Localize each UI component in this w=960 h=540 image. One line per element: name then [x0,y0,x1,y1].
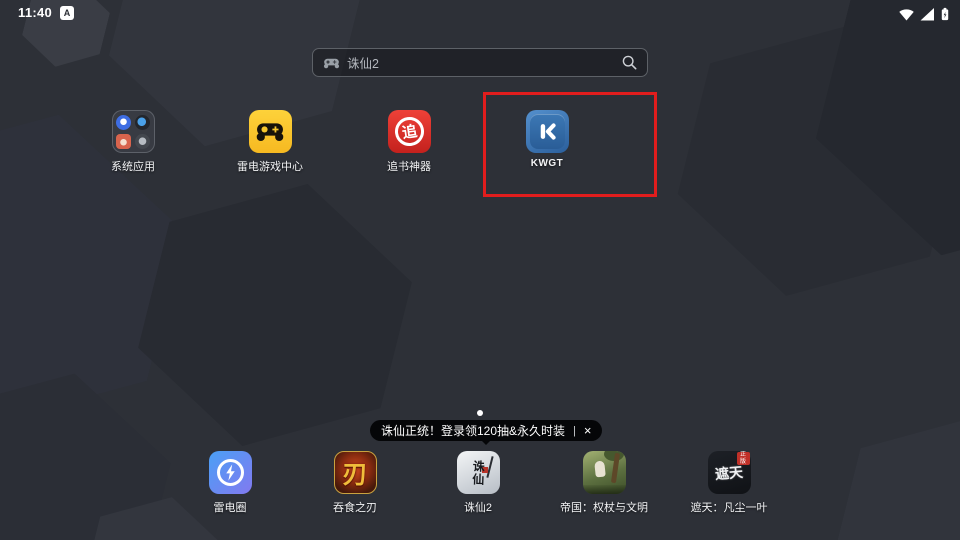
search-bar[interactable]: 诛仙2 [312,48,648,77]
gamepad-icon [255,121,285,142]
zhuxian-icon: 诛仙 [457,451,500,494]
wifi-icon [898,8,915,21]
app-tunshi-zhiren[interactable]: 刃 吞食之刃 [307,451,403,515]
app-kwgt[interactable]: KWGT [499,110,595,169]
android-home-screen: 11:40 A 诛仙2 [0,0,960,540]
zhuishu-glyph: 追 [393,115,426,148]
zhuxian-glyph: 诛仙 [469,459,487,486]
app-label: 雷电圈 [214,499,247,515]
magnifier-icon[interactable] [622,55,637,70]
mini-app-icon [135,115,150,130]
tooltip-text: 诛仙正统！登录领120抽&永久时装 [381,422,565,439]
app-label: 雷电游戏中心 [237,158,303,174]
notification-app-icon: A [60,6,74,20]
app-label: 帝国：权杖与文明 [560,499,648,515]
kwgt-logo [530,114,565,149]
app-zhetian[interactable]: 正版 遮天 遮天：凡尘一叶 [681,451,777,515]
app-label: 遮天：凡尘一叶 [691,499,768,515]
app-label: 系统应用 [111,158,155,174]
lightning-ring [217,459,244,486]
app-diguo-quanzhang[interactable]: 帝国：权杖与文明 [556,451,652,515]
search-input-value[interactable]: 诛仙2 [347,53,622,72]
tunshi-icon: 刃 [334,451,377,494]
app-label: 吞食之刃 [333,499,377,515]
app-folder-system-apps[interactable]: 系统应用 [85,110,181,174]
game-center-icon [249,110,292,153]
mini-app-icon [116,115,131,130]
status-bar: 11:40 A [0,0,960,26]
zhuishu-icon: 追 [388,110,431,153]
kwgt-k-glyph [534,118,561,145]
mini-app-icon [135,134,150,149]
gamepad-icon [323,57,340,69]
page-indicator-dot [477,410,483,416]
character-figure [594,461,606,478]
mini-app-icon [116,134,131,149]
zhetian-glyph: 遮天 [714,461,744,483]
tunshi-glyph: 刃 [342,455,367,491]
app-leidian-game-center[interactable]: 雷电游戏中心 [222,110,318,174]
diguo-icon [583,451,626,494]
promo-tooltip: 诛仙正统！登录领120抽&永久时装 | × [370,420,602,441]
zhetian-icon: 正版 遮天 [708,451,751,494]
app-label: 追书神器 [387,158,431,174]
folder-icon [112,110,155,153]
kwgt-icon [526,110,569,153]
app-label: 诛仙2 [464,499,492,515]
battery-charging-icon [940,6,950,22]
app-zhuishu-shenqi[interactable]: 追 追书神器 [361,110,457,174]
lightning-bolt-icon [224,464,237,481]
leidian-icon [209,451,252,494]
ground-shade [583,485,626,494]
clock: 11:40 [18,5,52,20]
wallpaper-hexagon [822,394,960,540]
tooltip-divider: | [573,425,576,437]
close-icon[interactable]: × [584,423,592,438]
app-zhuxian2[interactable]: 诛仙 诛仙2 [430,451,526,515]
app-leidian-quan[interactable]: 雷电圈 [182,451,278,515]
signal-icon [920,8,935,21]
app-label: KWGT [531,158,564,169]
